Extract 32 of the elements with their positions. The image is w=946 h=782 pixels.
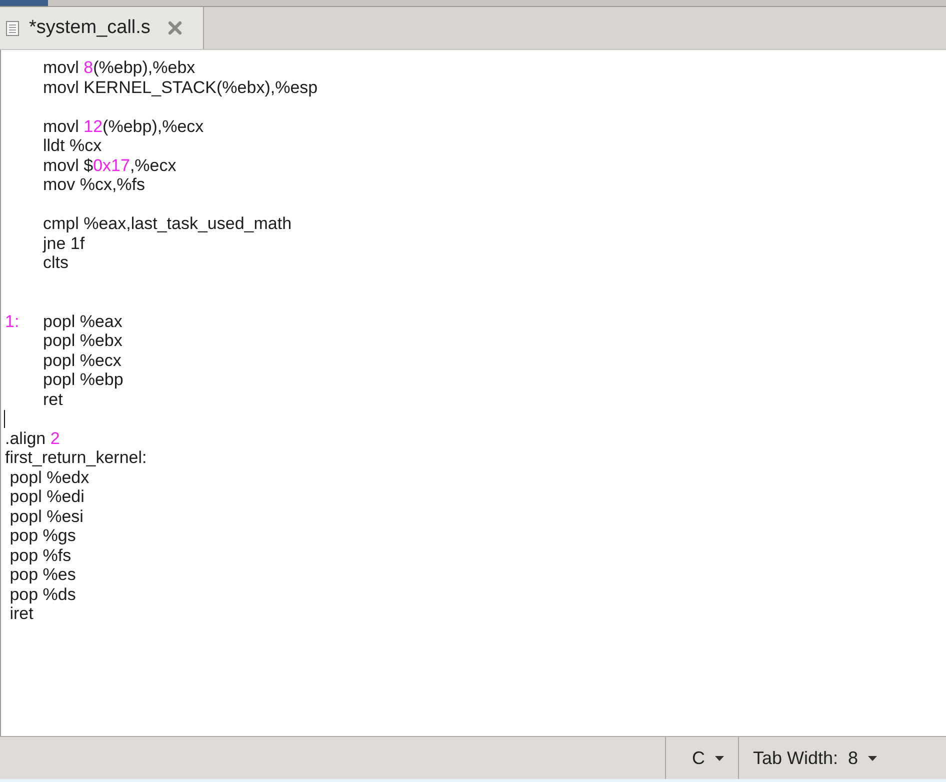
code-line: iret xyxy=(8,604,34,624)
tab-title: *system_call.s xyxy=(29,17,150,39)
code-line: movl $0x17,%ecx xyxy=(43,156,176,175)
code-line: popl %edx xyxy=(8,468,90,487)
code-line: .align 2 xyxy=(5,428,60,448)
code-line: pop %fs xyxy=(8,546,72,565)
code-line: popl %ebp xyxy=(43,370,124,390)
caret-icon xyxy=(868,756,878,760)
code-line: pop %gs xyxy=(8,526,76,546)
code-line: ret xyxy=(43,390,63,409)
code-line: popl %edi xyxy=(8,487,84,506)
code-line: movl 8(%ebp),%ebx xyxy=(43,58,196,78)
close-icon[interactable] xyxy=(168,21,182,35)
text-cursor xyxy=(4,410,5,428)
line-label: 1: xyxy=(5,312,20,331)
code-line: movl KERNEL_STACK(%ebx),%esp xyxy=(43,78,318,97)
code-line: popl %ecx xyxy=(43,350,122,370)
code-line: movl 12(%ebp),%ecx xyxy=(43,116,204,136)
code-line: clts xyxy=(43,253,68,272)
code-line: popl %ebx xyxy=(43,331,122,350)
code-line: jne 1f xyxy=(43,234,85,253)
caret-icon xyxy=(715,756,724,760)
code-line: pop %ds xyxy=(8,584,76,604)
code-line: first_return_kernel: xyxy=(5,448,147,468)
code-line: lldt %cx xyxy=(43,136,102,156)
file-tab[interactable]: *system_call.s xyxy=(0,7,204,49)
code-line: pop %es xyxy=(8,565,76,584)
code-line: popl %esi xyxy=(8,506,84,526)
document-icon xyxy=(6,20,19,36)
code-line: cmpl %eax,last_task_used_math xyxy=(43,214,292,234)
code-line: popl %eax xyxy=(43,312,122,331)
code-line: mov %cx,%fs xyxy=(43,175,146,194)
